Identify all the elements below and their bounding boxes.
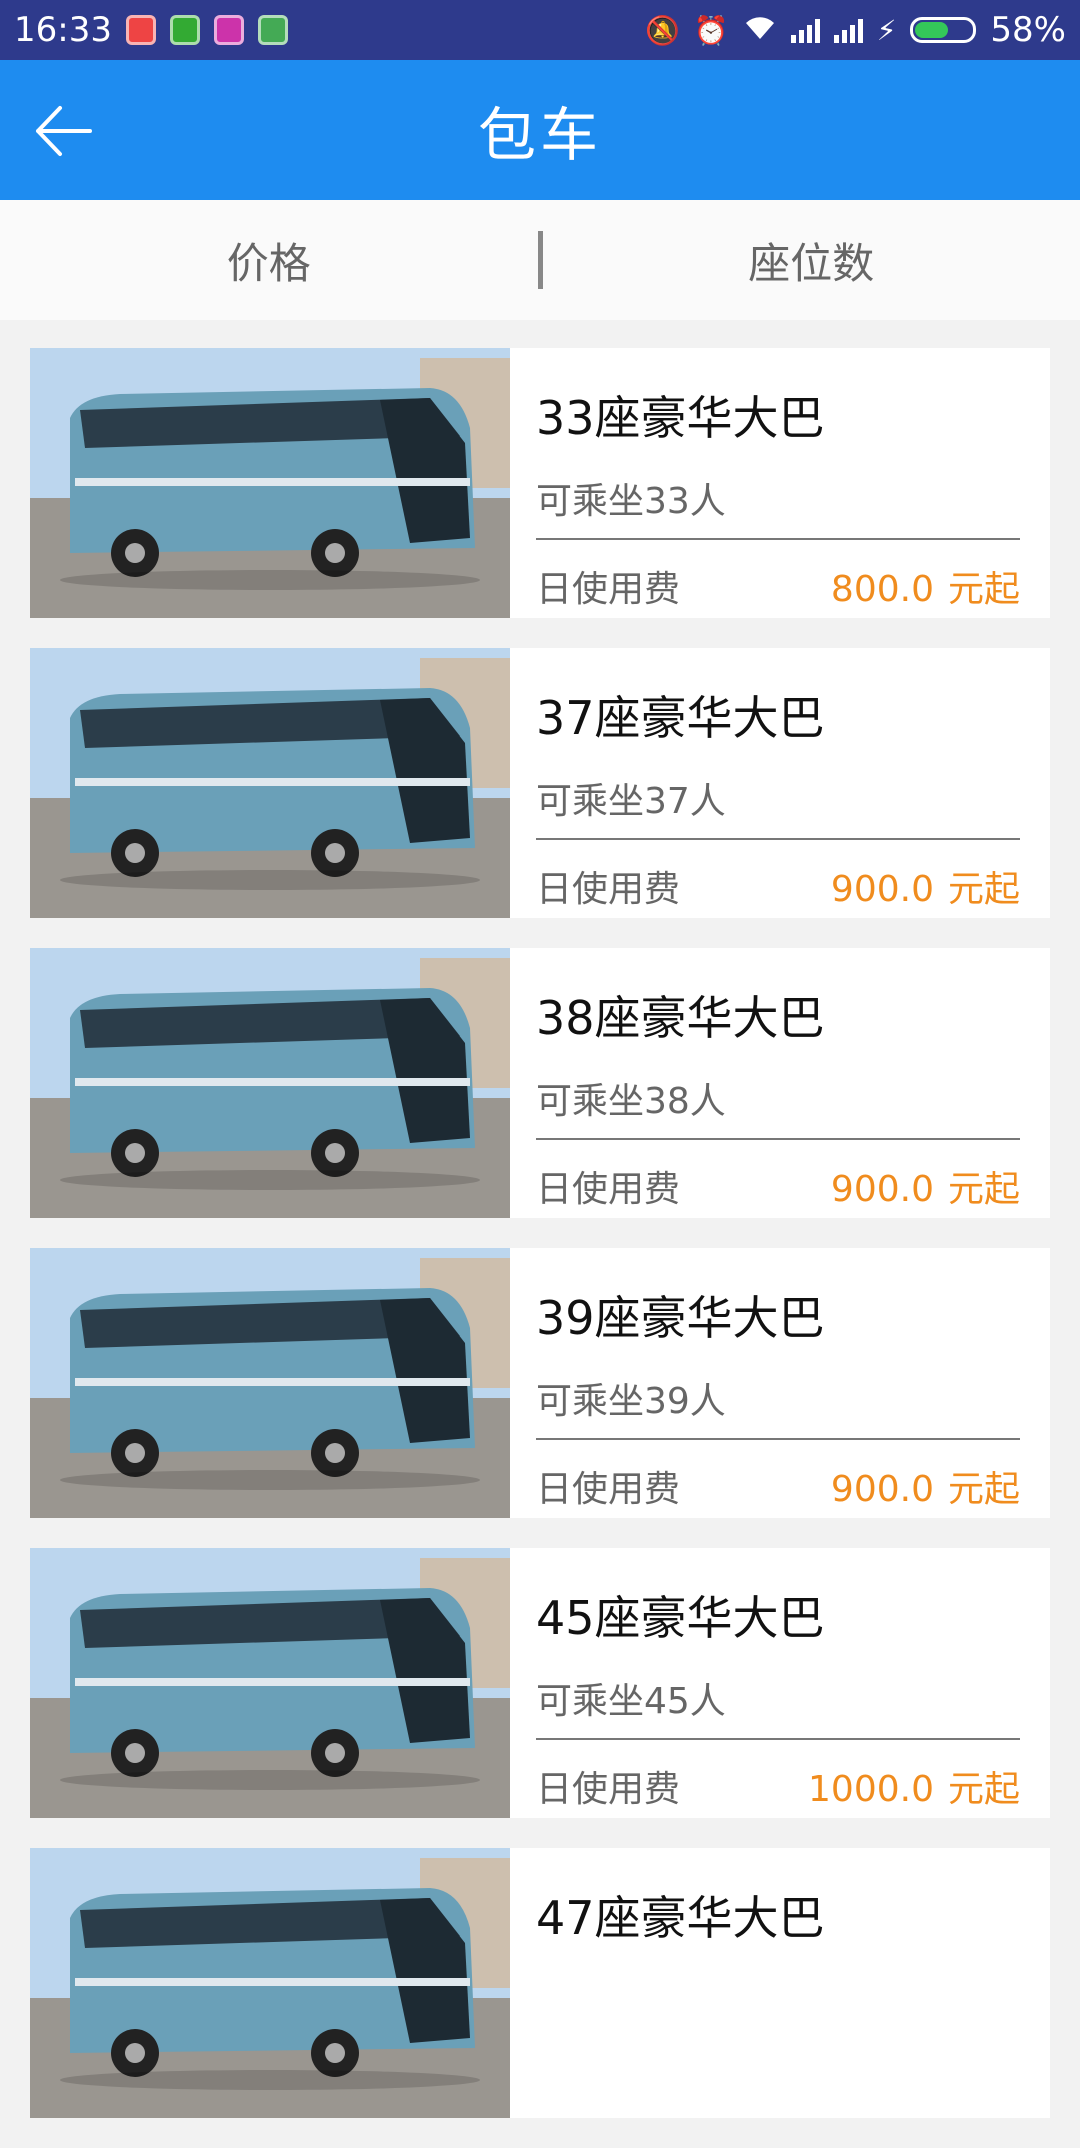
signal-strength-icon [834, 17, 863, 43]
bus-photo [30, 948, 510, 1218]
bus-card[interactable]: 38座豪华大巴 可乘坐38人 日使用费 900.0 元起 [30, 948, 1050, 1218]
bus-photo [30, 348, 510, 618]
bus-capacity: 可乘坐37人 [536, 772, 726, 824]
battery-percent: 58% [990, 10, 1066, 50]
bus-info: 33座豪华大巴 可乘坐33人 日使用费 800.0 元起 [510, 348, 1050, 618]
alarm-icon: ⏰ [694, 14, 729, 47]
charging-icon: ⚡ [877, 14, 897, 47]
bus-info: 38座豪华大巴 可乘坐38人 日使用费 900.0 元起 [510, 948, 1050, 1218]
signal-strength-icon [791, 17, 820, 43]
sort-by-price-tab[interactable]: 价格 [0, 230, 538, 291]
price: 900.0 元起 [831, 1460, 1020, 1512]
bus-info: 37座豪华大巴 可乘坐37人 日使用费 900.0 元起 [510, 648, 1050, 918]
price-value: 900.0 [831, 1469, 934, 1510]
bus-card[interactable]: 45座豪华大巴 可乘坐45人 日使用费 1000.0 元起 [30, 1548, 1050, 1818]
wifi-icon [743, 13, 777, 48]
bus-capacity: 可乘坐33人 [536, 472, 726, 524]
price: 800.0 元起 [831, 560, 1020, 612]
app-bar: 包车 [0, 60, 1080, 200]
divider [536, 1138, 1020, 1140]
status-bar-left: 16:33 [14, 10, 288, 50]
price-suffix: 元起 [948, 869, 1020, 910]
bus-photo [30, 1548, 510, 1818]
app-notification-icon [126, 15, 156, 45]
status-bar-right: 🔕 ⏰ ⚡ 58% [645, 10, 1066, 50]
status-bar: 16:33 🔕 ⏰ ⚡ 58% [0, 0, 1080, 60]
daily-fee-label: 日使用费 [536, 1460, 680, 1512]
sort-bar: 价格 座位数 [0, 200, 1080, 320]
bus-info: 45座豪华大巴 可乘坐45人 日使用费 1000.0 元起 [510, 1548, 1050, 1818]
android-notification-icon [258, 15, 288, 45]
vibrate-off-icon: 🔕 [645, 14, 680, 47]
price-suffix: 元起 [948, 1469, 1020, 1510]
bus-card[interactable]: 47座豪华大巴 [30, 1848, 1050, 2118]
price-suffix: 元起 [948, 1769, 1020, 1810]
bus-capacity: 可乘坐39人 [536, 1372, 726, 1424]
daily-fee-label: 日使用费 [536, 1160, 680, 1212]
divider [536, 1438, 1020, 1440]
app-notification-icon [214, 15, 244, 45]
daily-fee-label: 日使用费 [536, 860, 680, 912]
bus-photo [30, 1848, 510, 2118]
bus-capacity: 可乘坐45人 [536, 1672, 726, 1724]
bus-photo [30, 1248, 510, 1518]
battery-icon [910, 17, 976, 43]
bus-capacity: 可乘坐38人 [536, 1072, 726, 1124]
price: 900.0 元起 [831, 860, 1020, 912]
divider [536, 538, 1020, 540]
bus-card[interactable]: 37座豪华大巴 可乘坐37人 日使用费 900.0 元起 [30, 648, 1050, 918]
price-value: 800.0 [831, 569, 934, 610]
daily-fee-label: 日使用费 [536, 560, 680, 612]
bus-photo [30, 648, 510, 918]
bus-info: 47座豪华大巴 [510, 1848, 1050, 2118]
price: 1000.0 元起 [808, 1760, 1020, 1812]
daily-fee-label: 日使用费 [536, 1760, 680, 1812]
price-suffix: 元起 [948, 569, 1020, 610]
app-notification-icon [170, 15, 200, 45]
divider [536, 1738, 1020, 1740]
price-value: 900.0 [831, 869, 934, 910]
divider [536, 838, 1020, 840]
price: 900.0 元起 [831, 1160, 1020, 1212]
price-suffix: 元起 [948, 1169, 1020, 1210]
price-value: 1000.0 [808, 1769, 934, 1810]
bus-card[interactable]: 39座豪华大巴 可乘坐39人 日使用费 900.0 元起 [30, 1248, 1050, 1518]
bus-list: 33座豪华大巴 可乘坐33人 日使用费 800.0 元起 37座豪华大巴 可乘坐3… [30, 348, 1050, 2148]
price-value: 900.0 [831, 1169, 934, 1210]
clock: 16:33 [14, 10, 112, 50]
bus-name: 39座豪华大巴 [536, 1282, 825, 1348]
bus-name: 38座豪华大巴 [536, 982, 825, 1048]
bus-name: 33座豪华大巴 [536, 382, 825, 448]
bus-info: 39座豪华大巴 可乘坐39人 日使用费 900.0 元起 [510, 1248, 1050, 1518]
bus-card[interactable]: 33座豪华大巴 可乘坐33人 日使用费 800.0 元起 [30, 348, 1050, 618]
bus-name: 47座豪华大巴 [536, 1882, 825, 1948]
page-title: 包车 [0, 60, 1080, 200]
sort-by-seats-tab[interactable]: 座位数 [543, 230, 1080, 291]
bus-name: 37座豪华大巴 [536, 682, 825, 748]
bus-name: 45座豪华大巴 [536, 1582, 825, 1648]
